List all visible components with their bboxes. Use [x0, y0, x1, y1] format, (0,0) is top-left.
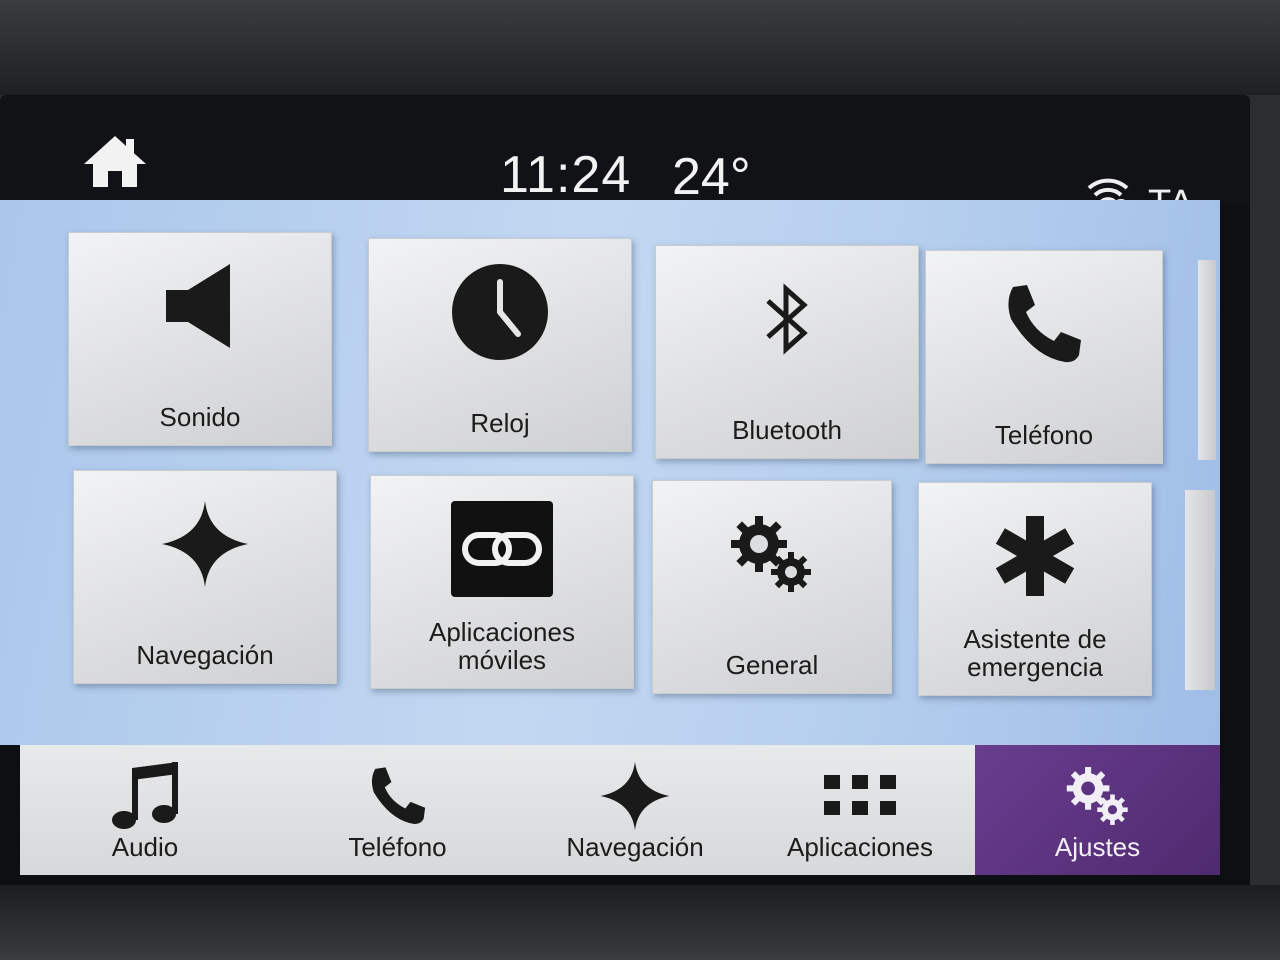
- compass-star-icon: [74, 489, 336, 599]
- tile-label-line2: emergencia: [967, 652, 1103, 682]
- tile-reloj[interactable]: Reloj: [368, 238, 632, 452]
- tile-label: Bluetooth: [732, 415, 842, 445]
- tile-aplicaciones-moviles[interactable]: Aplicaciones móviles: [370, 475, 634, 689]
- nav-label: Ajustes: [1054, 832, 1141, 862]
- nav-label: Audio: [111, 832, 179, 862]
- tile-label-line1: Asistente de: [963, 624, 1107, 654]
- compass-star-icon: [525, 757, 745, 835]
- speaker-icon: [69, 251, 331, 361]
- device-bezel-bottom: [0, 885, 1280, 960]
- nav-label: Navegación: [566, 832, 704, 862]
- tile-label-line2: móviles: [457, 645, 547, 675]
- tile-label: Teléfono: [994, 420, 1094, 450]
- bottom-nav-bar: Audio Teléfono Navegación Aplicaciones A…: [20, 745, 1220, 875]
- tile-label: Aplicaciones móviles: [371, 618, 633, 674]
- tile-telefono[interactable]: Teléfono: [925, 250, 1163, 464]
- nav-ajustes[interactable]: Ajustes: [975, 745, 1220, 875]
- tile-label: Reloj: [470, 408, 530, 438]
- tile-bluetooth[interactable]: Bluetooth: [655, 245, 919, 459]
- link-icon: [371, 494, 633, 604]
- nav-aplicaciones[interactable]: Aplicaciones: [745, 745, 975, 875]
- gears-icon: [975, 757, 1220, 835]
- tile-label: General: [725, 650, 819, 680]
- device-bezel-top: [0, 0, 1280, 95]
- clock-icon: [369, 257, 631, 367]
- tile-label-line1: Aplicaciones: [429, 617, 575, 647]
- asterisk-icon: [919, 501, 1151, 611]
- nav-audio[interactable]: Audio: [20, 745, 270, 875]
- gears-icon: [653, 499, 891, 609]
- tile-sonido[interactable]: Sonido: [68, 232, 332, 446]
- nav-label: Aplicaciones: [787, 832, 933, 862]
- infotainment-screen: 11:24 24° TA Sonido: [0, 95, 1250, 890]
- nav-telefono[interactable]: Teléfono: [270, 745, 525, 875]
- tile-label: Sonido: [159, 402, 241, 432]
- tile-navegacion[interactable]: Navegación: [73, 470, 337, 684]
- status-bar: 11:24 24° TA: [0, 95, 1250, 225]
- music-note-icon: [20, 757, 270, 835]
- phone-icon: [926, 269, 1162, 379]
- tile-label: Asistente de emergencia: [919, 625, 1151, 681]
- phone-icon: [270, 757, 525, 835]
- clock-display: 11:24: [500, 146, 632, 204]
- nav-label: Teléfono: [348, 832, 447, 862]
- tile-general[interactable]: General: [652, 480, 892, 694]
- next-page-tile-edge: [1198, 260, 1216, 460]
- temperature-display: 24°: [672, 148, 751, 206]
- settings-grid-area: Sonido Reloj Bluetooth Teléfono Navegaci…: [0, 200, 1220, 819]
- tile-label: Navegación: [136, 640, 274, 670]
- next-page-tile-edge: [1185, 490, 1215, 690]
- nav-navegacion[interactable]: Navegación: [525, 745, 745, 875]
- tile-asistente-emergencia[interactable]: Asistente de emergencia: [918, 482, 1152, 696]
- apps-grid-icon: [745, 757, 975, 835]
- bluetooth-icon: [656, 264, 918, 374]
- home-icon[interactable]: [80, 133, 150, 193]
